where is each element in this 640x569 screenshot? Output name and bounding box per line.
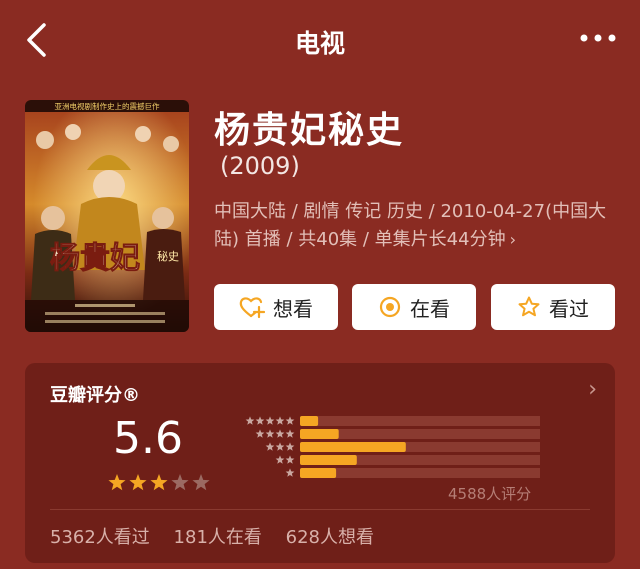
distribution-track <box>300 416 540 426</box>
movie-meta[interactable]: 中国大陆 / 剧情 传记 历史 / 2010-04-27(中国大陆) 首播 / … <box>214 198 624 254</box>
target-icon <box>379 296 401 318</box>
poster-logo: 杨貴妃 <box>50 241 140 276</box>
star-label-icon <box>285 442 295 451</box>
want-to-watch-button[interactable]: 想看 <box>214 284 338 330</box>
distribution-bar-3-star <box>300 442 406 452</box>
chevron-right-icon[interactable]: › <box>588 377 597 402</box>
poster-tagline: 亚洲电视剧制作史上的震撼巨作 <box>55 101 160 111</box>
more-icon[interactable] <box>578 30 618 46</box>
watched-button[interactable]: 看过 <box>491 284 615 330</box>
star-label-icon <box>275 429 285 438</box>
star-label-icon <box>285 455 295 464</box>
rating-card[interactable]: 豆瓣评分® › 5.6 4588人评分 5362人看过 181人在看 628人想… <box>25 363 615 563</box>
star-label-icon <box>285 468 295 477</box>
rating-total: 4588人评分 <box>448 485 532 503</box>
distribution-bar-4-star <box>300 429 339 439</box>
star-filled-icon <box>129 474 147 491</box>
divider <box>50 509 590 510</box>
chevron-right-icon: › <box>509 230 516 249</box>
star-empty-icon <box>171 474 189 491</box>
nav-bar: 电视 <box>0 0 640 80</box>
star-label-icon <box>265 429 275 438</box>
star-label-icon <box>285 416 295 425</box>
rating-score: 5.6 <box>113 413 183 464</box>
movie-meta-text: 中国大陆 / 剧情 传记 历史 / 2010-04-27(中国大陆) 首播 / … <box>214 201 607 250</box>
star-label-icon <box>275 416 285 425</box>
watched-count[interactable]: 5362人看过 <box>50 527 150 548</box>
watched-label: 看过 <box>549 296 589 321</box>
nav-title: 电视 <box>294 29 345 58</box>
star-empty-icon <box>192 474 210 491</box>
distribution-bar-1-star <box>300 468 337 478</box>
star-label-icon <box>255 429 265 438</box>
star-label-icon <box>245 416 255 425</box>
star-outline-icon <box>518 296 540 317</box>
star-label-icon <box>255 416 265 425</box>
rating-stars <box>108 474 210 491</box>
star-label-icon <box>265 416 275 425</box>
want-count[interactable]: 628人想看 <box>286 527 374 548</box>
want-to-watch-label: 想看 <box>273 296 313 321</box>
action-buttons: 想看 在看 看过 <box>214 284 618 330</box>
star-label-icon <box>275 442 285 451</box>
distribution-bar-5-star <box>300 416 319 426</box>
poster-logo-sub: 秘史 <box>157 249 179 263</box>
watch-counts: 5362人看过 181人在看 628人想看 <box>50 523 392 549</box>
watching-count[interactable]: 181人在看 <box>174 527 262 548</box>
poster-image[interactable]: 亚洲电视剧制作史上的震撼巨作 杨貴妃 秘史 <box>25 100 189 332</box>
heart-plus-icon <box>239 297 265 319</box>
star-label-icon <box>285 429 295 438</box>
star-label-icon <box>275 455 285 464</box>
star-label-icon <box>265 442 275 451</box>
distribution-bar-2-star <box>300 455 357 465</box>
movie-year: (2009) <box>220 152 300 180</box>
watching-label: 在看 <box>410 296 450 321</box>
rating-header: 豆瓣评分® <box>50 385 140 406</box>
star-filled-icon <box>150 474 168 491</box>
movie-title: 杨贵妃秘史 <box>214 110 405 151</box>
watching-button[interactable]: 在看 <box>352 284 476 330</box>
star-filled-icon <box>108 474 126 491</box>
